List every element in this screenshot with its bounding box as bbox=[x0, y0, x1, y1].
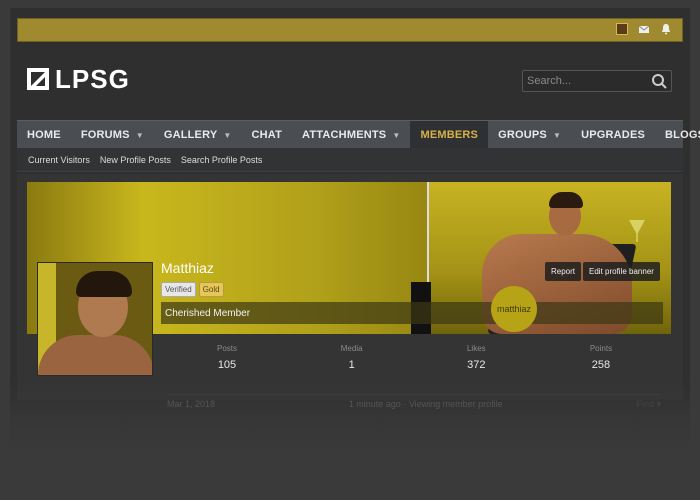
banner-figure-hair bbox=[549, 192, 583, 208]
chevron-down-icon[interactable]: ▼ bbox=[136, 131, 144, 140]
nav-groups[interactable]: GROUPS ▼ bbox=[488, 121, 571, 149]
stat-points[interactable]: Points 258 bbox=[541, 344, 661, 371]
user-title-bar: Cherished Member matthiaz bbox=[161, 286, 663, 332]
lpsg-logo-icon bbox=[27, 68, 49, 90]
user-avatar-icon[interactable] bbox=[616, 23, 628, 35]
stat-posts[interactable]: Posts 105 bbox=[167, 344, 287, 371]
stat-likes[interactable]: Likes 372 bbox=[416, 344, 536, 371]
username[interactable]: Matthiaz bbox=[161, 260, 214, 276]
subnav-current-visitors[interactable]: Current Visitors bbox=[28, 155, 90, 165]
profile-meta-row: Mar 1, 2018 1 minute ago · Viewing membe… bbox=[167, 396, 661, 412]
verified-badge: Verified bbox=[161, 282, 196, 297]
gold-badge: Gold bbox=[198, 282, 224, 297]
avatar[interactable] bbox=[37, 262, 153, 376]
chevron-down-icon[interactable]: ▼ bbox=[223, 131, 231, 140]
banner-actions: Report Edit profile banner bbox=[545, 262, 660, 281]
nav-attachments[interactable]: ATTACHMENTS ▼ bbox=[292, 121, 410, 149]
joined-date: Mar 1, 2018 bbox=[167, 399, 216, 409]
nav-home[interactable]: HOME bbox=[17, 121, 71, 149]
user-badges: Verified Gold bbox=[161, 282, 224, 297]
find-dropdown[interactable]: Find ▾ bbox=[636, 399, 661, 410]
search-box[interactable] bbox=[522, 70, 672, 92]
subnav-new-profile-posts[interactable]: New Profile Posts bbox=[100, 155, 171, 165]
chevron-down-icon[interactable]: ▼ bbox=[392, 131, 400, 140]
username-sticker: matthiaz bbox=[491, 286, 537, 332]
nav-blogs[interactable]: BLOGS▼ bbox=[655, 121, 700, 149]
profile-stats: Posts 105 Media 1 Likes 372 Points 258 bbox=[167, 344, 661, 371]
stat-media[interactable]: Media 1 bbox=[292, 344, 412, 371]
search-icon[interactable] bbox=[651, 73, 667, 89]
subnav-search-profile-posts[interactable]: Search Profile Posts bbox=[181, 155, 263, 165]
sub-nav: Current Visitors New Profile Posts Searc… bbox=[17, 148, 683, 172]
logo-text: LPSG bbox=[55, 63, 130, 94]
mail-icon[interactable] bbox=[638, 23, 650, 35]
nav-members[interactable]: MEMBERS bbox=[410, 121, 489, 149]
nav-upgrades[interactable]: UPGRADES bbox=[571, 121, 655, 149]
last-activity: 1 minute ago · Viewing member profile bbox=[348, 399, 503, 409]
report-button[interactable]: Report bbox=[545, 262, 582, 281]
main-nav: HOME FORUMS ▼ GALLERY ▼ CHAT ATTACHMENTS ▼ … bbox=[17, 120, 700, 149]
nav-forums[interactable]: FORUMS ▼ bbox=[71, 121, 154, 149]
edit-profile-banner-button[interactable]: Edit profile banner bbox=[583, 262, 660, 281]
user-title: Cherished Member bbox=[165, 307, 251, 319]
nav-chat[interactable]: CHAT bbox=[242, 121, 293, 149]
site-logo[interactable]: LPSG bbox=[27, 63, 130, 94]
bell-icon[interactable] bbox=[660, 23, 672, 35]
nav-gallery[interactable]: GALLERY ▼ bbox=[154, 121, 242, 149]
chevron-down-icon[interactable]: ▼ bbox=[553, 131, 561, 140]
top-account-bar bbox=[17, 18, 683, 42]
profile-card: Report Edit profile banner Matthiaz Veri… bbox=[17, 174, 683, 400]
search-input[interactable] bbox=[523, 71, 643, 91]
